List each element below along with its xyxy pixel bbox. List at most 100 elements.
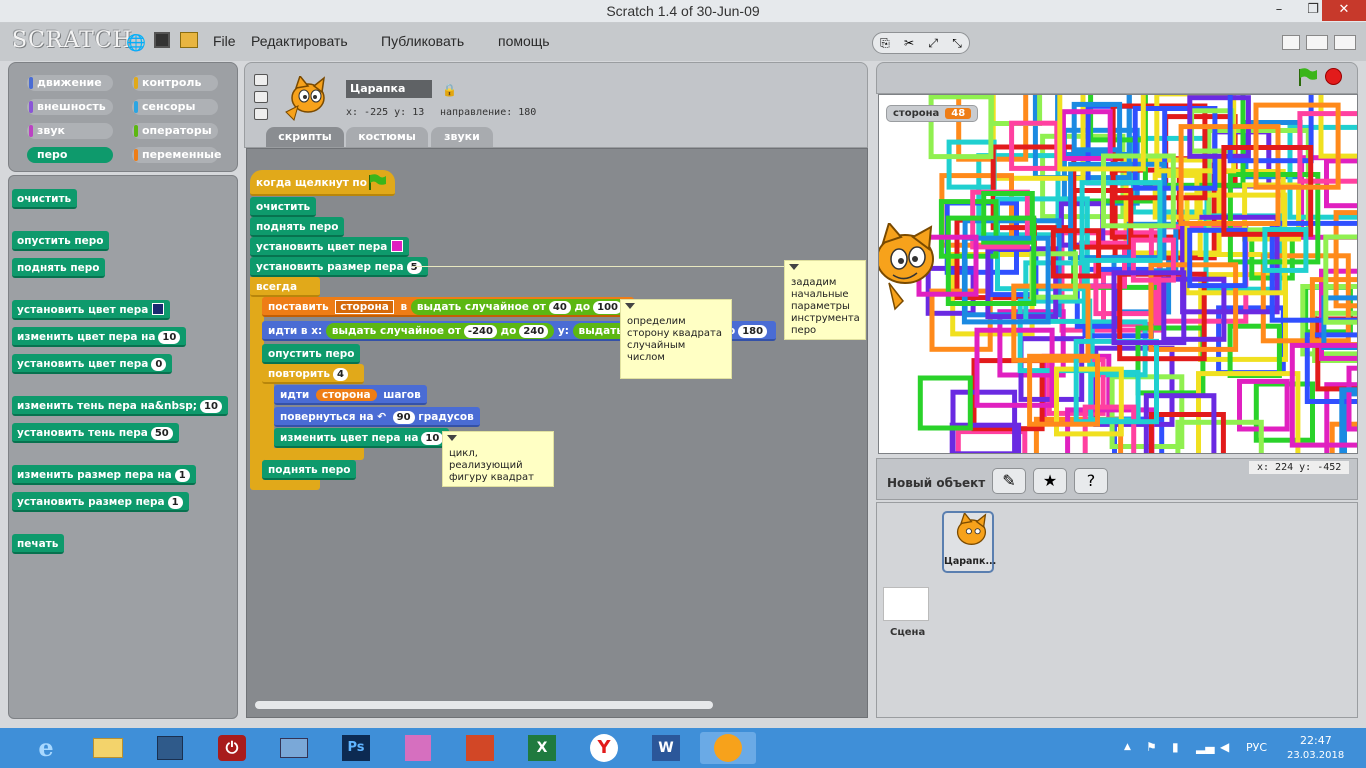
minimize-button[interactable]: – xyxy=(1262,0,1296,21)
file-explorer-icon[interactable] xyxy=(88,732,128,764)
move-steps-block[interactable]: идти сторона шагов xyxy=(274,385,427,405)
value-slot[interactable]: 5 xyxy=(406,261,422,274)
variable-dropdown[interactable]: сторона xyxy=(335,300,394,314)
tab-costumes[interactable]: костюмы xyxy=(346,127,428,147)
tray-expand-icon[interactable]: ▲ xyxy=(1124,742,1131,752)
category-motion[interactable]: движение xyxy=(27,75,113,91)
globe-icon[interactable]: 🌐 xyxy=(126,33,146,52)
control-panel-icon[interactable] xyxy=(150,732,190,764)
category-variables[interactable]: переменные xyxy=(132,147,221,163)
palette-block-set-pen-color[interactable]: установить цвет пера xyxy=(12,300,171,320)
set-pen-size-block[interactable]: установить размер пера 5 xyxy=(250,257,428,277)
category-sensing[interactable]: сенсоры xyxy=(132,99,218,115)
value-slot[interactable]: 0 xyxy=(151,358,167,371)
shutdown-icon[interactable]: ⏻ xyxy=(212,732,252,764)
tray-volume-icon[interactable]: ◀ xyxy=(1220,740,1229,754)
palette-block-change-pen-shade[interactable]: изменить тень пера на&nbsp; 10 xyxy=(12,396,228,416)
comment-note-loop[interactable]: цикл, реализующий фигуру квадрат xyxy=(442,431,554,487)
value-slot[interactable]: 10 xyxy=(421,432,444,445)
pen-up-block[interactable]: поднять перо xyxy=(250,217,345,237)
save-icon[interactable] xyxy=(154,32,170,48)
value-slot[interactable]: 50 xyxy=(150,427,173,440)
variable-watcher[interactable]: сторона 48 xyxy=(886,105,979,122)
yandex-browser-icon[interactable]: Y xyxy=(584,732,624,764)
presentation-mode-button[interactable] xyxy=(1334,35,1356,50)
sprite-name-field[interactable]: Царапка xyxy=(346,80,432,98)
photoshop-icon[interactable]: Ps xyxy=(336,732,376,764)
change-pen-color-block[interactable]: изменить цвет пера на 10 xyxy=(274,428,450,448)
input-language[interactable]: РУС xyxy=(1246,741,1267,754)
value-slot[interactable]: 90 xyxy=(392,411,415,424)
value-slot[interactable]: 4 xyxy=(333,368,348,381)
palette-block-set-pen-color-number[interactable]: установить цвет пера 0 xyxy=(12,354,173,374)
cat-sprite[interactable] xyxy=(878,223,939,313)
palette-block-set-pen-size[interactable]: установить размер пера 1 xyxy=(12,492,189,512)
palette-block-change-pen-size[interactable]: изменить размер пера на 1 xyxy=(12,465,196,485)
repeat-block[interactable]: повторить 4 xyxy=(262,364,364,384)
clock-date[interactable]: 23.03.2018 xyxy=(1287,750,1344,761)
menu-publish[interactable]: Публиковать xyxy=(381,33,464,49)
value-slot[interactable]: 1 xyxy=(167,496,183,509)
color-swatch[interactable] xyxy=(152,303,165,315)
category-control[interactable]: контроль xyxy=(132,75,218,91)
value-slot[interactable]: 1 xyxy=(174,469,190,482)
pen-up-block-2[interactable]: поднять перо xyxy=(262,460,357,480)
tray-flag-icon[interactable]: ⚑ xyxy=(1146,740,1157,754)
pen-down-block[interactable]: опустить перо xyxy=(262,344,361,364)
surprise-sprite-icon[interactable]: ? xyxy=(1074,468,1108,494)
menu-edit[interactable]: Редактировать xyxy=(251,33,348,49)
tab-sounds[interactable]: звуки xyxy=(431,127,493,147)
set-variable-block[interactable]: поставить сторона в выдать случайное от 4… xyxy=(262,297,635,317)
green-flag-button[interactable] xyxy=(1296,67,1318,87)
normal-stage-button[interactable] xyxy=(1306,35,1328,50)
share-icon[interactable] xyxy=(180,32,198,48)
comment-note-init[interactable]: зададим начальные параметры инструмента … xyxy=(784,260,866,340)
category-looks[interactable]: внешность xyxy=(27,99,113,115)
palette-block-pen-down[interactable]: опустить перо xyxy=(12,231,110,251)
category-operators[interactable]: операторы xyxy=(132,123,218,139)
random-reporter-x[interactable]: выдать случайное от -240 до 240 xyxy=(325,323,555,339)
lock-icon[interactable]: 🔒 xyxy=(442,83,457,97)
random-reporter[interactable]: выдать случайное от 40 до 100 xyxy=(410,299,629,315)
word-icon[interactable]: W xyxy=(646,732,686,764)
tray-battery-icon[interactable]: ▮ xyxy=(1172,740,1179,754)
clear-block[interactable]: очистить xyxy=(250,197,317,217)
category-pen[interactable]: перо xyxy=(27,147,113,163)
delete-icon[interactable]: ✂ xyxy=(904,36,914,50)
horizontal-scrollbar[interactable] xyxy=(255,701,713,709)
no-rotate-icon[interactable] xyxy=(254,108,268,120)
palette-block-pen-up[interactable]: поднять перо xyxy=(12,258,106,278)
paint-icon[interactable] xyxy=(398,732,438,764)
clock-time[interactable]: 22:47 xyxy=(1300,734,1332,747)
palette-block-set-pen-shade[interactable]: установить тень пера 50 xyxy=(12,423,179,443)
menu-file[interactable]: File xyxy=(213,33,236,49)
menu-help[interactable]: помощь xyxy=(498,33,550,49)
comment-note-random-side[interactable]: определим сторону квадрата случайным чис… xyxy=(620,299,732,379)
tab-scripts[interactable]: скрипты xyxy=(266,127,344,147)
internet-explorer-icon[interactable]: e xyxy=(26,732,66,764)
scratch-taskbar-icon[interactable] xyxy=(700,732,756,764)
stage-thumbnail[interactable] xyxy=(883,587,929,621)
value-slot[interactable]: 10 xyxy=(200,400,222,413)
sprite-tile[interactable]: Царапк... xyxy=(942,511,996,573)
shrink-icon[interactable]: ⤡ xyxy=(952,36,962,51)
stop-button[interactable] xyxy=(1325,68,1342,85)
left-right-icon[interactable] xyxy=(254,91,268,103)
remote-desktop-icon[interactable] xyxy=(274,732,314,764)
grow-icon[interactable]: ⤢ xyxy=(928,36,938,51)
color-swatch[interactable] xyxy=(391,240,404,252)
stage-canvas[interactable] xyxy=(878,94,1358,454)
excel-icon[interactable]: X xyxy=(522,732,562,764)
palette-block-stamp[interactable]: печать xyxy=(12,534,65,554)
rotation-style-icon[interactable] xyxy=(254,74,268,86)
category-sound[interactable]: звук xyxy=(27,123,113,139)
palette-block-change-pen-color[interactable]: изменить цвет пера на 10 xyxy=(12,327,187,347)
duplicate-icon[interactable]: ⎘ xyxy=(880,36,890,51)
set-pen-color-block[interactable]: установить цвет пера xyxy=(250,237,410,257)
palette-block-clear[interactable]: очистить xyxy=(12,189,78,209)
random-y-max-fragment[interactable]: о180 xyxy=(728,321,768,341)
value-slot[interactable]: 10 xyxy=(158,331,181,344)
paint-sprite-icon[interactable]: ✎ xyxy=(992,468,1026,494)
powerpoint-icon[interactable] xyxy=(460,732,500,764)
choose-sprite-icon[interactable]: ★ xyxy=(1033,468,1067,494)
